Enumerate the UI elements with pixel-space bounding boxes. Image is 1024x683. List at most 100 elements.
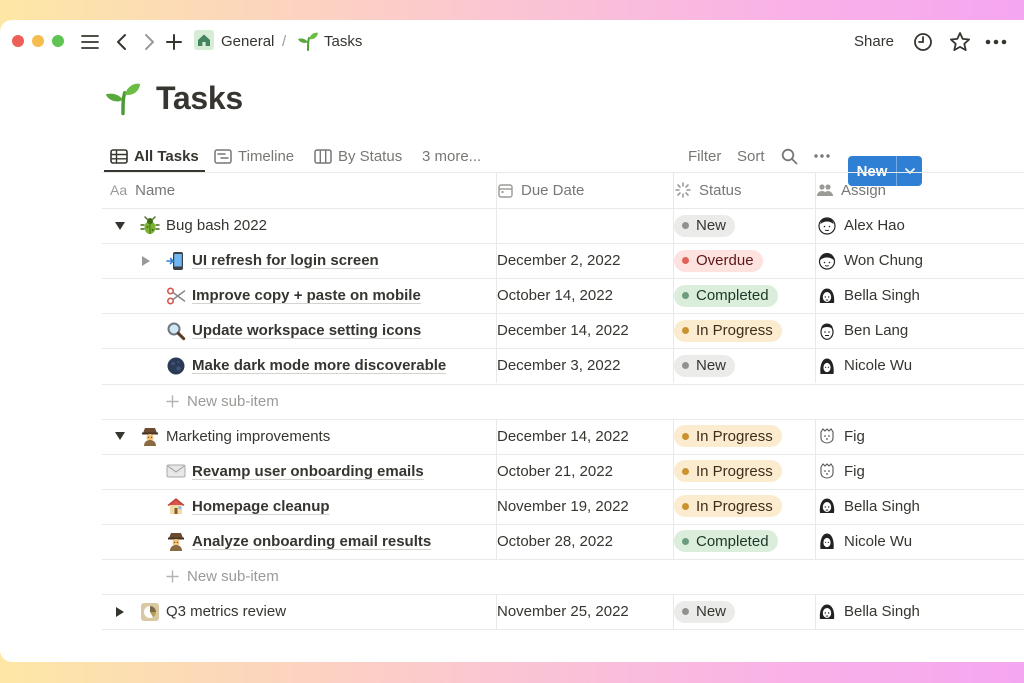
task-name-cell[interactable]: Revamp user onboarding emails — [166, 454, 424, 489]
task-name[interactable]: Revamp user onboarding emails — [192, 463, 424, 480]
toggle-expanded-icon[interactable] — [112, 208, 128, 243]
back-arrow-icon[interactable] — [110, 30, 134, 54]
table-row[interactable]: UI refresh for login screen December 2, 2… — [102, 243, 1024, 278]
assignee-cell[interactable]: Ben Lang — [818, 313, 908, 348]
table-row[interactable]: Make dark mode more discoverable December… — [102, 348, 1024, 383]
zoom-window-button[interactable] — [52, 35, 64, 47]
column-header-name[interactable]: Aa Name — [110, 172, 175, 208]
assignee-cell[interactable]: Bella Singh — [818, 278, 920, 313]
task-name-cell[interactable]: Bug bash 2022 — [140, 208, 267, 243]
due-date-cell[interactable]: November 19, 2022 — [497, 489, 629, 524]
new-page-plus-icon[interactable] — [162, 30, 186, 54]
status-badge[interactable]: In Progress — [674, 460, 782, 483]
status-badge[interactable]: New — [674, 600, 736, 623]
assignee-cell[interactable]: Fig — [818, 454, 865, 489]
status-cell[interactable]: In Progress — [674, 454, 782, 489]
status-cell[interactable]: Overdue — [674, 243, 763, 278]
tab-timeline[interactable]: Timeline — [214, 140, 294, 172]
status-badge[interactable]: New — [674, 354, 736, 377]
assignee-cell[interactable]: Bella Singh — [818, 594, 920, 629]
table-row[interactable]: Analyze onboarding email results October … — [102, 524, 1024, 559]
status-cell[interactable]: In Progress — [674, 313, 782, 348]
assignee-cell[interactable]: Won Chung — [818, 243, 923, 278]
sort-button[interactable]: Sort — [737, 140, 765, 172]
task-name[interactable]: Q3 metrics review — [166, 603, 286, 620]
table-row[interactable]: Update workspace setting icons December 1… — [102, 313, 1024, 348]
task-name[interactable]: Bug bash 2022 — [166, 217, 267, 234]
status-cell[interactable]: Completed — [674, 278, 778, 313]
task-name[interactable]: Marketing improvements — [166, 428, 330, 445]
status-cell[interactable]: In Progress — [674, 419, 782, 454]
table-row[interactable]: Q3 metrics review November 25, 2022 New Bel… — [102, 594, 1024, 629]
column-header-status[interactable]: Status — [675, 172, 742, 208]
new-sub-item-button[interactable]: New sub-item — [166, 559, 279, 594]
due-date-cell[interactable]: December 3, 2022 — [497, 348, 620, 383]
status-cell[interactable]: Completed — [674, 524, 778, 559]
task-name[interactable]: Make dark mode more discoverable — [192, 357, 446, 374]
due-date-cell[interactable]: December 2, 2022 — [497, 243, 620, 278]
task-name-cell[interactable]: Improve copy + paste on mobile — [166, 278, 421, 313]
tab-all-tasks[interactable]: All Tasks — [110, 140, 199, 172]
view-options-icon[interactable] — [814, 140, 830, 172]
table-row[interactable]: Improve copy + paste on mobile October 14… — [102, 278, 1024, 313]
status-badge[interactable]: Completed — [674, 530, 778, 553]
status-cell[interactable]: New — [674, 348, 736, 383]
new-sub-item-row[interactable]: New sub-item — [102, 384, 1024, 419]
assignee-cell[interactable]: Nicole Wu — [818, 348, 912, 383]
home-icon[interactable] — [194, 30, 214, 50]
tab-by-status[interactable]: By Status — [314, 140, 402, 172]
task-name[interactable]: UI refresh for login screen — [192, 252, 379, 269]
close-window-button[interactable] — [12, 35, 24, 47]
toggle-collapsed-icon[interactable] — [138, 243, 154, 278]
status-badge[interactable]: In Progress — [674, 425, 782, 448]
page-title[interactable]: Tasks — [156, 80, 243, 117]
breadcrumb-parent[interactable]: General — [221, 33, 274, 51]
task-name-cell[interactable]: Q3 metrics review — [140, 594, 286, 629]
assignee-cell[interactable]: Alex Hao — [818, 208, 905, 243]
task-name-cell[interactable]: Marketing improvements — [140, 419, 330, 454]
due-date-cell[interactable]: October 21, 2022 — [497, 454, 613, 489]
breadcrumb-current[interactable]: Tasks — [324, 33, 362, 51]
sidebar-menu-icon[interactable] — [78, 30, 102, 54]
forward-arrow-icon[interactable] — [137, 30, 161, 54]
column-header-assign[interactable]: Assign — [817, 172, 886, 208]
status-badge[interactable]: In Progress — [674, 495, 782, 518]
task-name[interactable]: Homepage cleanup — [192, 498, 330, 515]
due-date-cell[interactable]: October 14, 2022 — [497, 278, 613, 313]
task-name-cell[interactable]: UI refresh for login screen — [166, 243, 379, 278]
due-date-cell[interactable]: December 14, 2022 — [497, 313, 629, 348]
status-cell[interactable]: New — [674, 208, 736, 243]
table-row[interactable]: Bug bash 2022 New Alex Hao — [102, 208, 1024, 243]
assignee-cell[interactable]: Bella Singh — [818, 489, 920, 524]
task-name-cell[interactable]: Homepage cleanup — [166, 489, 330, 524]
minimize-window-button[interactable] — [32, 35, 44, 47]
table-row[interactable]: Homepage cleanup November 19, 2022 In Prog… — [102, 489, 1024, 524]
status-badge[interactable]: In Progress — [674, 319, 782, 342]
due-date-cell[interactable]: October 28, 2022 — [497, 524, 613, 559]
status-badge[interactable]: New — [674, 214, 736, 237]
more-options-icon[interactable] — [984, 30, 1008, 54]
task-name[interactable]: Analyze onboarding email results — [192, 533, 431, 550]
assignee-cell[interactable]: Nicole Wu — [818, 524, 912, 559]
status-cell[interactable]: New — [674, 594, 736, 629]
task-name[interactable]: Update workspace setting icons — [192, 322, 421, 339]
due-date-cell[interactable]: November 25, 2022 — [497, 594, 629, 629]
favorite-star-icon[interactable] — [948, 30, 972, 54]
due-date-cell[interactable]: December 14, 2022 — [497, 419, 629, 454]
assignee-cell[interactable]: Fig — [818, 419, 865, 454]
task-name-cell[interactable]: Analyze onboarding email results — [166, 524, 431, 559]
task-name-cell[interactable]: Update workspace setting icons — [166, 313, 421, 348]
task-name[interactable]: Improve copy + paste on mobile — [192, 287, 421, 304]
search-icon[interactable] — [781, 140, 798, 172]
tab-more-views[interactable]: 3 more... — [422, 140, 481, 172]
table-row[interactable]: Revamp user onboarding emails October 21,… — [102, 454, 1024, 489]
table-row[interactable]: Marketing improvements December 14, 2022 I… — [102, 419, 1024, 454]
new-sub-item-button[interactable]: New sub-item — [166, 384, 279, 419]
history-clock-icon[interactable] — [911, 30, 935, 54]
toggle-collapsed-icon[interactable] — [112, 594, 128, 629]
filter-button[interactable]: Filter — [688, 140, 721, 172]
new-sub-item-row[interactable]: New sub-item — [102, 559, 1024, 594]
toggle-expanded-icon[interactable] — [112, 419, 128, 454]
task-name-cell[interactable]: Make dark mode more discoverable — [166, 348, 446, 383]
status-badge[interactable]: Completed — [674, 284, 778, 307]
